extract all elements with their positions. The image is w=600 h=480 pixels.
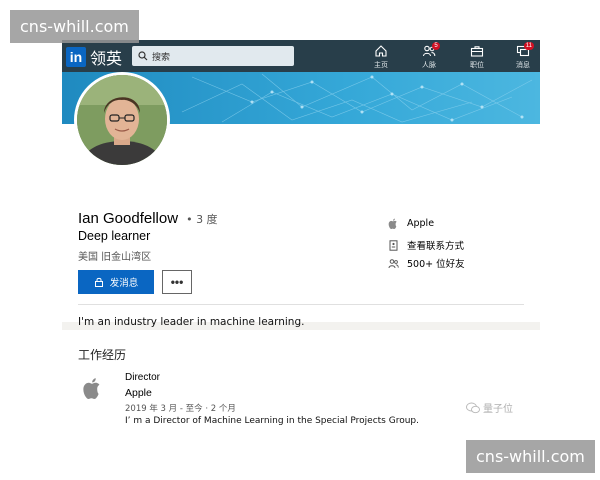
nav-home-label: 主页 — [374, 61, 388, 69]
nav-jobs-label: 职位 — [470, 61, 484, 69]
send-message-button[interactable]: 发消息 — [78, 270, 154, 294]
section-divider — [78, 304, 524, 305]
job-role: Director — [125, 372, 161, 383]
profile-summary: I'm an industry leader in machine learni… — [78, 316, 305, 328]
briefcase-icon — [470, 46, 484, 57]
wechat-watermark: 量子位 — [466, 400, 513, 415]
lock-icon — [94, 277, 103, 287]
connections-count: 500+ 位好友 — [407, 259, 465, 270]
wechat-watermark-text: 量子位 — [483, 404, 513, 415]
send-message-label: 发消息 — [109, 278, 139, 289]
linkedin-window: in 领英 搜索 主页 5 人脉 职位 11 消息 Ian Goodfellow… — [62, 40, 540, 438]
profile-headline: Deep learner — [78, 229, 151, 243]
experience-section: 工作经历 Director Apple 2019 年 3 月 - 至今 · 2 … — [62, 330, 540, 438]
search-icon — [138, 51, 148, 61]
name-row: Ian Goodfellow • 3 度 — [78, 210, 218, 227]
home-icon — [375, 45, 387, 57]
wechat-icon — [466, 402, 480, 413]
site-watermark-bottom: cns-whill.com — [466, 440, 595, 473]
search-placeholder: 搜索 — [152, 52, 171, 63]
apple-logo-icon[interactable] — [82, 376, 104, 400]
contact-info-link[interactable]: 查看联系方式 — [388, 238, 464, 252]
linkedin-in-icon: in — [66, 47, 86, 67]
current-company[interactable]: Apple — [388, 218, 434, 229]
search-input[interactable]: 搜索 — [132, 46, 294, 66]
job-dates: 2019 年 3 月 - 至今 · 2 个月 — [125, 404, 236, 414]
site-watermark-top: cns-whill.com — [10, 10, 139, 43]
nav-network[interactable]: 5 人脉 — [414, 42, 444, 70]
nav-messages[interactable]: 11 消息 — [508, 42, 538, 70]
profile-avatar[interactable] — [74, 72, 170, 168]
profile-card: Ian Goodfellow • 3 度 Deep learner 美国 旧金山… — [62, 72, 540, 328]
connections-link[interactable]: 500+ 位好友 — [388, 256, 465, 270]
nav-home[interactable]: 主页 — [366, 44, 396, 70]
linkedin-logo[interactable]: in 领英 — [66, 45, 122, 69]
job-description: I’ m a Director of Machine Learning in t… — [125, 416, 419, 426]
connection-degree: • 3 度 — [186, 213, 218, 226]
people-icon — [388, 258, 399, 268]
avatar-photo — [77, 75, 167, 165]
contact-info-label: 查看联系方式 — [407, 241, 465, 252]
contact-card-icon — [389, 239, 398, 251]
apple-logo-icon — [388, 218, 397, 229]
more-actions-button[interactable]: ••• — [162, 270, 192, 294]
top-navbar: in 领英 搜索 主页 5 人脉 职位 11 消息 — [62, 40, 540, 72]
nav-jobs[interactable]: 职位 — [462, 44, 492, 70]
job-company[interactable]: Apple — [125, 387, 152, 399]
experience-heading: 工作经历 — [78, 348, 127, 362]
nav-network-label: 人脉 — [422, 61, 436, 69]
network-badge: 5 — [432, 42, 440, 50]
logo-text: 领英 — [90, 49, 123, 68]
messages-badge: 11 — [523, 42, 534, 50]
company-name: Apple — [407, 218, 435, 229]
nav-messages-label: 消息 — [516, 61, 530, 69]
profile-location: 美国 旧金山湾区 — [78, 252, 152, 263]
profile-name: Ian Goodfellow — [78, 210, 179, 227]
